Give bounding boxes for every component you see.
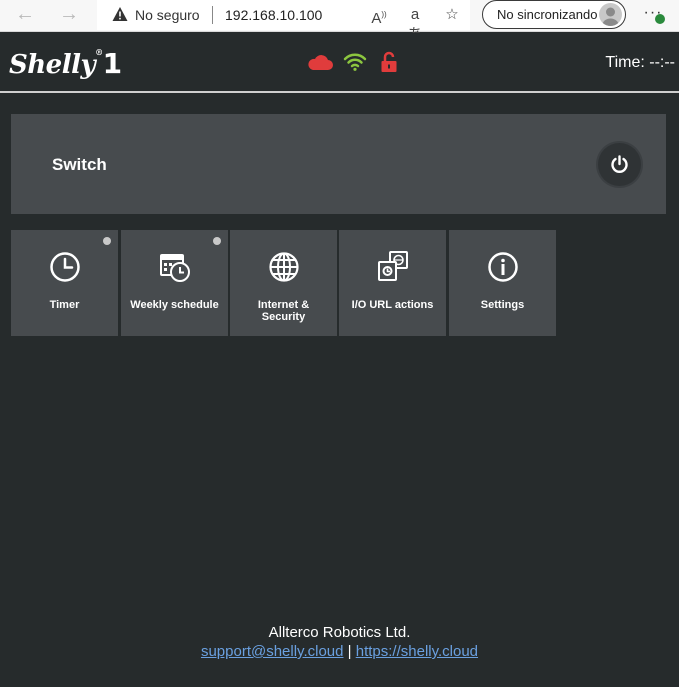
tile-timer[interactable]: Timer	[11, 230, 118, 336]
lock-open-icon[interactable]	[380, 51, 398, 73]
sync-status-label: No sincronizando	[497, 7, 598, 22]
back-arrow-icon[interactable]: ←	[12, 4, 38, 26]
globe-icon	[268, 252, 299, 282]
url-text[interactable]: 192.168.10.100	[225, 7, 322, 23]
tile-io-url-actions[interactable]: I/O URL actions	[339, 230, 446, 336]
status-dot	[213, 237, 221, 245]
tile-internet-security[interactable]: Internet & Security	[230, 230, 337, 336]
switch-panel: Switch	[11, 114, 666, 214]
wifi-icon[interactable]	[343, 53, 367, 71]
translate-icon[interactable]: aあ	[405, 5, 425, 43]
footer-separator: |	[347, 643, 352, 660]
power-button[interactable]	[598, 143, 641, 186]
tile-settings[interactable]: Settings	[449, 230, 556, 336]
warning-icon[interactable]	[112, 6, 128, 22]
shelly-logo: Shelly®1	[9, 47, 122, 80]
switch-title: Switch	[52, 155, 107, 174]
tile-weekly-schedule[interactable]: Weekly schedule	[121, 230, 228, 336]
status-dot	[103, 237, 111, 245]
tile-label: Internet & Security	[257, 299, 310, 323]
read-aloud-icon[interactable]: A))	[369, 5, 389, 27]
calendar-clock-icon	[159, 254, 190, 282]
footer-company: Allterco Robotics Ltd.	[268, 624, 411, 641]
support-email-link[interactable]: support@shelly.cloud	[201, 643, 344, 660]
not-secure-label[interactable]: No seguro	[135, 7, 200, 23]
profile-sync-button[interactable]: No sincronizando	[482, 0, 626, 29]
browser-toolbar: ← → No seguro 192.168.10.100 A)) aあ ☆ No…	[0, 0, 679, 43]
logo-model: 1	[102, 47, 122, 80]
tile-label: Weekly schedule	[130, 299, 219, 311]
tile-label: Settings	[480, 299, 525, 311]
website-link[interactable]: https://shelly.cloud	[356, 643, 478, 660]
logo-registered-mark: ®	[95, 47, 103, 57]
power-icon	[611, 155, 628, 173]
avatar	[599, 3, 622, 26]
logo-text: Shelly	[9, 50, 96, 80]
app-header: Shelly®1 Time: --:--	[0, 33, 679, 93]
address-separator	[212, 6, 213, 24]
address-bar[interactable]: No seguro 192.168.10.100 A)) aあ ☆	[97, 0, 470, 43]
cloud-icon[interactable]	[307, 53, 333, 71]
footer-links: support@shelly.cloud | https://shelly.cl…	[0, 643, 679, 660]
tile-label: I/O URL actions	[351, 299, 434, 311]
forward-arrow-icon[interactable]: →	[56, 4, 82, 26]
tile-label: Timer	[49, 299, 80, 311]
add-favorite-icon[interactable]: ☆	[442, 5, 462, 25]
time-label: Time: --:--	[605, 54, 675, 71]
update-badge-icon	[655, 14, 665, 24]
info-icon	[487, 252, 518, 282]
url-actions-icon	[377, 251, 408, 281]
clock-icon	[49, 252, 80, 282]
